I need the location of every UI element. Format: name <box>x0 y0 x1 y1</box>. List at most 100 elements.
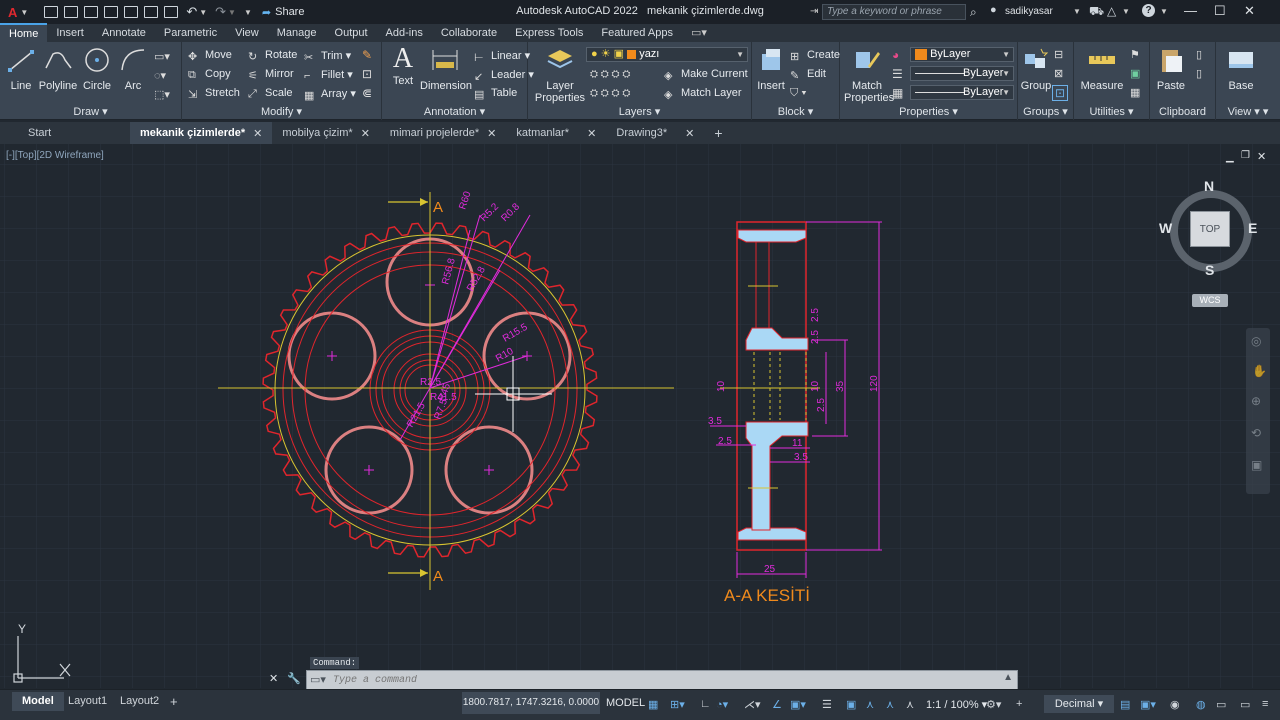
linetype-dropdown[interactable]: ByLayer ▼ <box>910 66 1014 81</box>
viewport-controls-label[interactable]: [-][Top][2D Wireframe] <box>6 150 104 161</box>
viewport-close-icon[interactable]: ✕ <box>1257 150 1266 163</box>
properties-panel-title[interactable]: Properties ▾ <box>840 105 1017 118</box>
command-customize-icon[interactable]: 🔧 <box>287 672 301 685</box>
snap-icon[interactable]: ⊞▾ <box>670 698 685 711</box>
object-snap-icon[interactable]: ▣▾ <box>790 698 806 711</box>
group-select-icon[interactable]: ⊡ <box>1052 85 1069 101</box>
dimension-button[interactable]: Dimension <box>420 46 472 92</box>
utilities-panel-title[interactable]: Utilities ▾ <box>1074 105 1149 118</box>
make-current-button[interactable]: ◈ Make Current <box>664 68 748 82</box>
file-tab-mobilya[interactable]: mobilya çizim* ✕ <box>272 127 380 140</box>
viewcube[interactable]: TOP N S W E <box>1159 178 1258 278</box>
stretch-button[interactable]: ⇲ Stretch <box>188 87 240 101</box>
user-icon[interactable]: ● <box>990 4 997 16</box>
tab-layout2[interactable]: Layout2 <box>120 692 159 711</box>
grid-icon[interactable]: ▦ <box>648 698 658 711</box>
circle-button[interactable]: Circle <box>80 46 114 92</box>
quick-select-icon[interactable]: ⚑ <box>1130 48 1140 61</box>
plot-icon[interactable] <box>164 6 179 18</box>
status-menu-icon[interactable]: ≡ <box>1262 698 1268 710</box>
full-navigation-wheel-icon[interactable]: ◎ <box>1251 334 1261 348</box>
text-button[interactable]: A Text <box>386 44 420 88</box>
explode-icon[interactable]: ⊡ <box>362 67 372 81</box>
customization-icon[interactable]: ▭ <box>1240 698 1250 711</box>
viewcube-face-top[interactable]: TOP <box>1190 211 1230 247</box>
tab-annotate[interactable]: Annotate <box>93 24 155 42</box>
polar-icon[interactable]: ◔▾ <box>716 698 728 711</box>
tab-add-ins[interactable]: Add-ins <box>377 24 432 42</box>
offset-icon[interactable]: ⋐ <box>362 86 372 100</box>
close-tab-icon[interactable]: ✕ <box>253 127 262 140</box>
view-panel-title[interactable]: View ▾ ▾ <box>1216 105 1280 118</box>
command-close-icon[interactable]: ✕ <box>269 672 278 685</box>
copy-clip-icon[interactable]: ▯ <box>1196 67 1202 80</box>
user-name[interactable]: sadikyasar <box>1005 6 1053 17</box>
create-block-button[interactable]: ⊞ Create <box>790 49 840 63</box>
leader-button[interactable]: ↙ Leader ▾ <box>474 68 534 83</box>
copy-button[interactable]: ⧉ Copy <box>188 68 231 81</box>
hatch-icon[interactable]: ◌▾ <box>154 69 166 82</box>
pan-icon[interactable]: ✋ <box>1252 364 1267 378</box>
new-file-icon[interactable] <box>44 6 59 18</box>
autoscale-icon[interactable]: ⋏ <box>886 698 894 711</box>
quick-properties-icon[interactable]: ▤ <box>1120 698 1130 711</box>
orbit-icon[interactable]: ⟲ <box>1251 426 1261 440</box>
drawing-area[interactable]: R60 R5.2 R0.8 R56.8 R52.8 R15.5 R10 R2.5… <box>0 144 1280 688</box>
tab-insert[interactable]: Insert <box>47 24 93 42</box>
viewcube-north[interactable]: N <box>1204 178 1214 194</box>
tab-layout1[interactable]: Layout1 <box>68 692 107 711</box>
close-icon[interactable]: ✕ <box>1244 3 1255 19</box>
annotation-scale[interactable]: 1:1 / 100% ▾ <box>926 698 987 711</box>
isodraft-icon[interactable]: ⋌▾ <box>744 698 761 711</box>
fillet-button[interactable]: ⌐ Fillet ▾ <box>304 68 353 82</box>
match-properties-button[interactable]: Match Properties <box>844 46 894 104</box>
layer-tools-icons[interactable]: ⛭ ⛭ ⛭ ⛭ <box>590 69 630 80</box>
linear-button[interactable]: ⊢ Linear ▾ <box>474 49 530 64</box>
tab-parametric[interactable]: Parametric <box>155 24 226 42</box>
layer-properties-button[interactable]: Layer Properties <box>534 46 586 104</box>
tab-manage[interactable]: Manage <box>268 24 326 42</box>
isolate-objects-icon[interactable]: ◉ <box>1170 698 1180 711</box>
units-display[interactable]: Decimal ▾ <box>1044 695 1114 713</box>
help-chevron-icon[interactable]: ▼ <box>1160 7 1168 16</box>
user-chevron-icon[interactable]: ▼ <box>1073 7 1081 16</box>
base-button[interactable]: Base <box>1224 46 1258 92</box>
search-icon[interactable]: ⌕ <box>970 5 977 20</box>
clipboard-panel-title[interactable]: Clipboard <box>1150 106 1215 118</box>
scale-button[interactable]: ⤢ Scale <box>248 87 293 100</box>
save-web-icon[interactable] <box>144 6 159 18</box>
modify-panel-title[interactable]: Modify ▾ <box>182 105 381 118</box>
close-tab-icon[interactable]: ✕ <box>685 127 694 140</box>
close-tab-icon[interactable]: ✕ <box>361 127 370 140</box>
redo-chevron-icon[interactable]: ▼ <box>228 8 236 17</box>
ungroup-icon[interactable]: ⊟ <box>1054 48 1063 61</box>
viewcube-east[interactable]: E <box>1248 220 1257 236</box>
viewport-restore-icon[interactable]: ❐ <box>1241 150 1250 161</box>
tab-view[interactable]: View <box>226 24 268 42</box>
annotation-panel-title[interactable]: Annotation ▾ <box>382 105 527 118</box>
object-snap-tracking-icon[interactable]: ∠ <box>772 698 782 711</box>
layer-tools-icons-2[interactable]: ⛭ ⛭ ⛭ ⛭ <box>590 88 630 99</box>
minimize-icon[interactable]: — <box>1184 3 1197 18</box>
measure-button[interactable]: Measure <box>1080 46 1124 92</box>
command-recent-icon[interactable]: ▭▾ <box>310 673 326 686</box>
graphics-performance-icon[interactable]: ◍ <box>1196 698 1206 711</box>
save-as-icon[interactable] <box>104 6 119 18</box>
model-space-toggle[interactable]: MODEL <box>606 692 645 714</box>
new-tab-button[interactable]: + <box>704 125 732 141</box>
help-icon[interactable]: ? <box>1142 4 1155 17</box>
tab-express-tools[interactable]: Express Tools <box>506 24 592 42</box>
app-menu-chevron-icon[interactable]: ▼ <box>20 8 28 17</box>
ellipse-icon[interactable]: ⬚▾ <box>154 88 170 101</box>
maximize-icon[interactable]: ☐ <box>1214 3 1226 19</box>
tab-overflow-icon[interactable]: ▭▾ <box>682 24 716 42</box>
erase-icon[interactable]: ✎ <box>362 48 372 62</box>
close-tab-icon[interactable]: ✕ <box>587 127 596 140</box>
search-expand-icon[interactable]: ⇥ <box>810 6 818 17</box>
workspace-gear-icon[interactable]: ⚙▾ <box>986 698 1001 711</box>
polyline-button[interactable]: Polyline <box>38 46 78 92</box>
save-icon[interactable] <box>84 6 99 18</box>
transparency-icon[interactable]: ▦ <box>892 86 903 100</box>
array-button[interactable]: ▦ Array ▾ <box>304 87 356 102</box>
showmotion-icon[interactable]: ▣ <box>1251 458 1262 472</box>
